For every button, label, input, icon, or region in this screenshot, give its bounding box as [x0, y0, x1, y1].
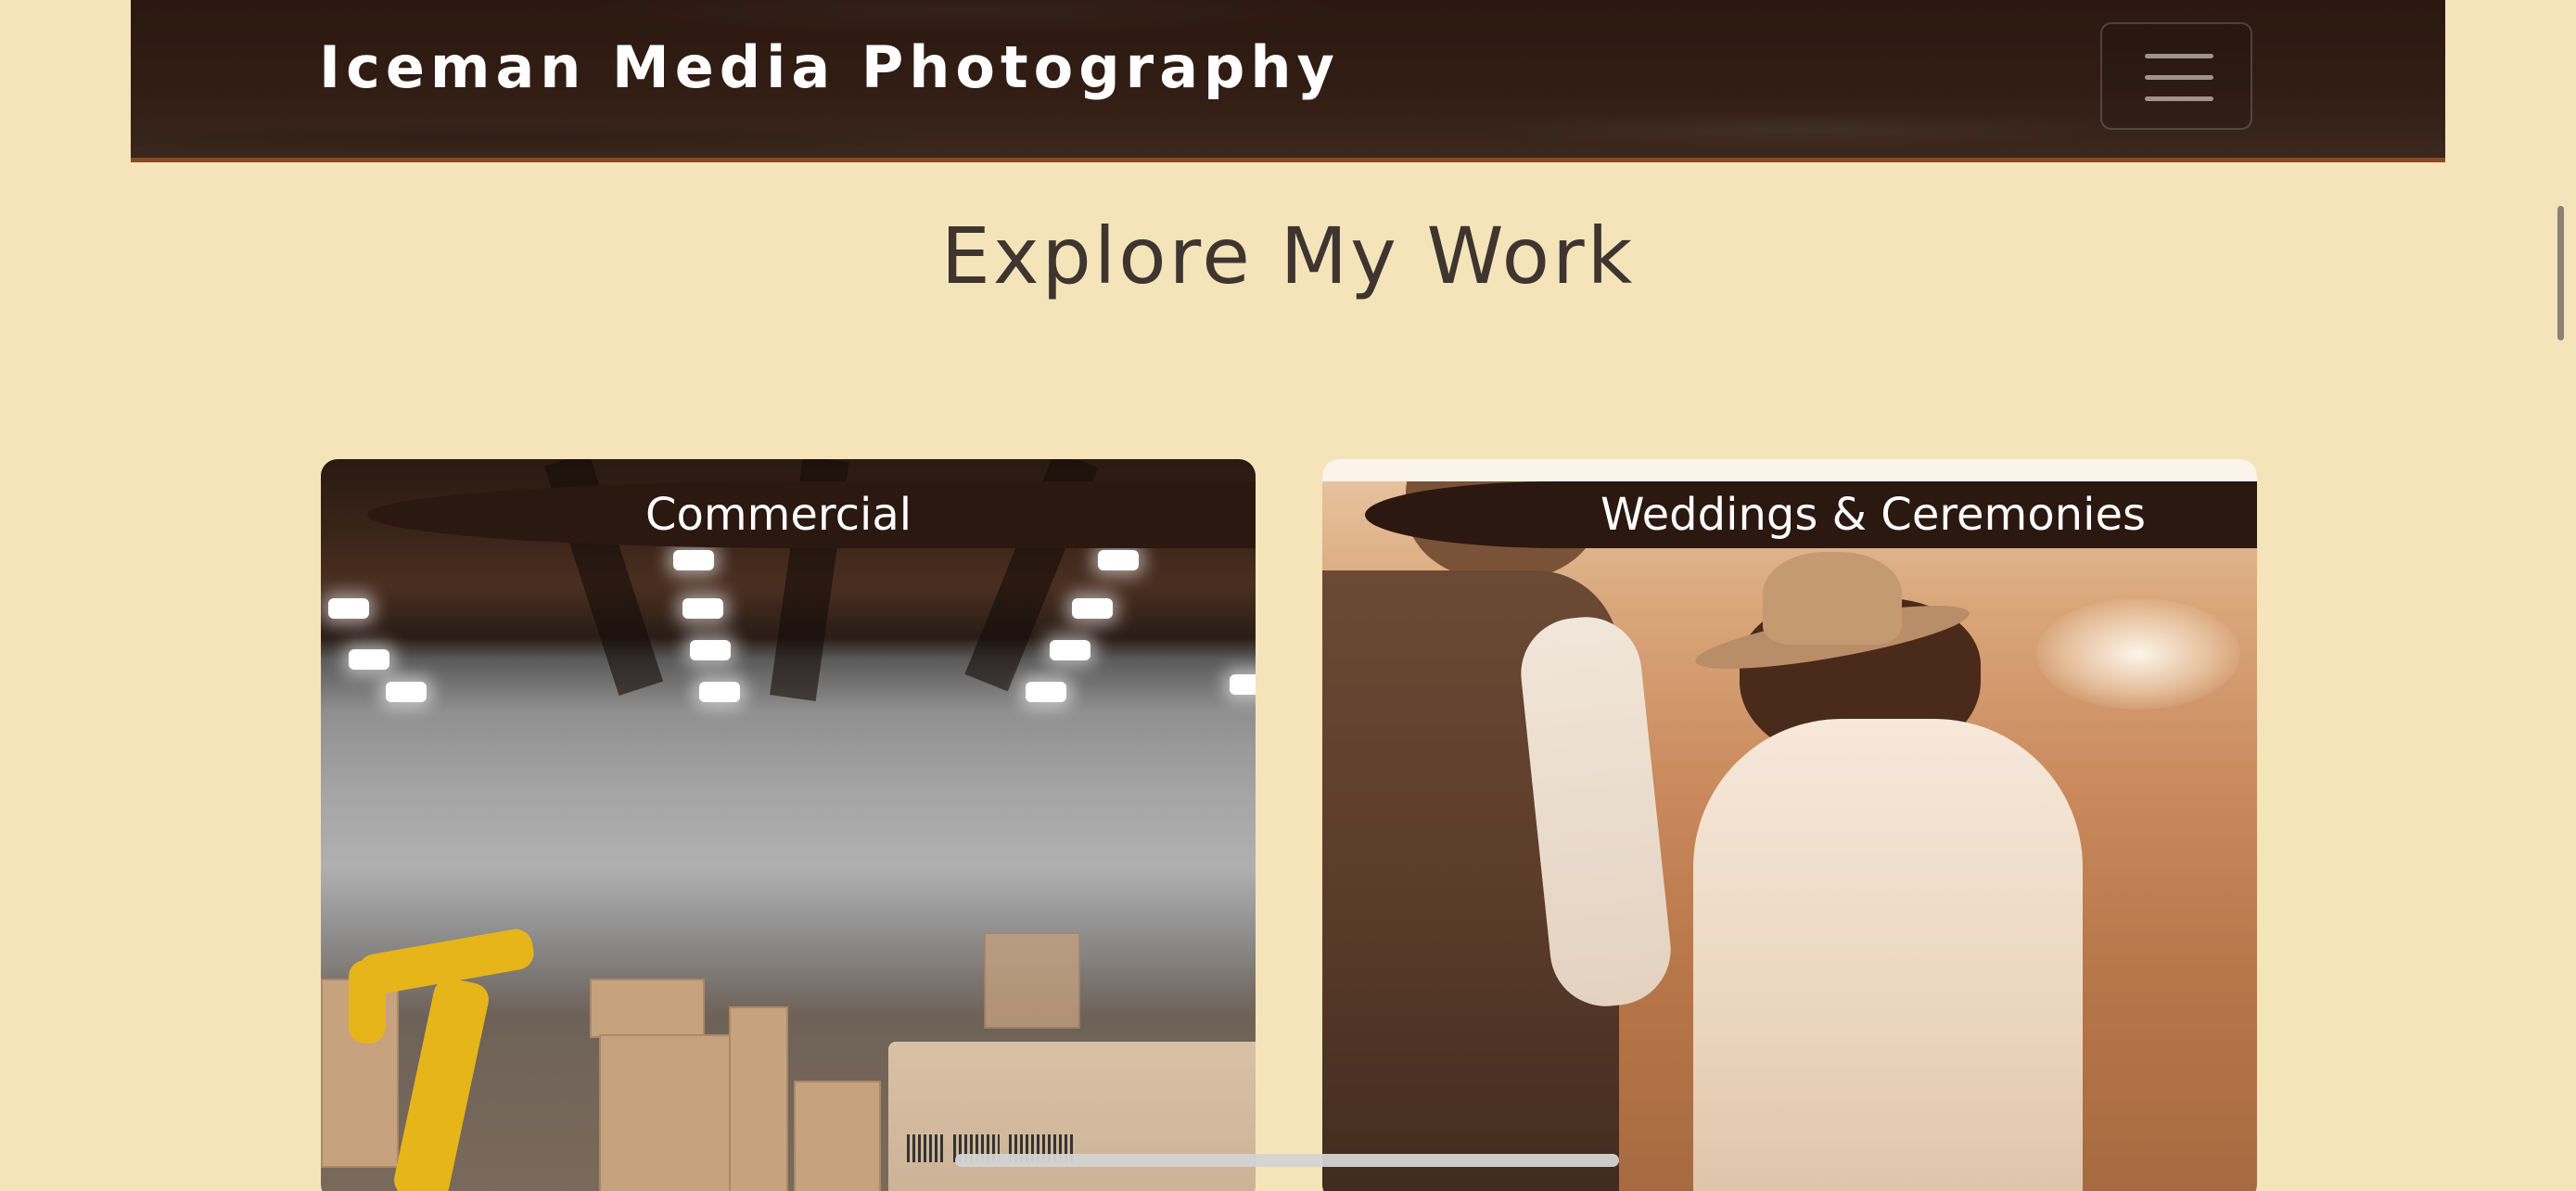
hat-crown — [1763, 552, 1902, 645]
woman-dress — [1693, 719, 2083, 1191]
portfolio-card-weddings[interactable]: Weddings & Ceremonies — [1322, 459, 2257, 1191]
section-title: Explore My Work — [940, 211, 1636, 301]
hamburger-menu-icon — [2145, 54, 2213, 58]
cardboard-box — [590, 979, 705, 1038]
ceiling-light — [386, 682, 427, 702]
card-label-text: Weddings & Ceremonies — [1600, 489, 2146, 541]
brand-link[interactable]: Iceman Media Photography — [319, 39, 1340, 96]
ceiling-light — [328, 598, 369, 619]
ceiling-light — [673, 550, 714, 570]
home-indicator[interactable] — [955, 1154, 1619, 1167]
ceiling-light — [1026, 682, 1066, 702]
ceiling-light — [682, 598, 723, 619]
cardboard-box — [729, 1006, 788, 1191]
menu-toggle-button[interactable] — [2100, 22, 2252, 130]
card-label-text: Commercial — [645, 489, 912, 541]
ceiling-light — [699, 682, 740, 702]
qr-code — [907, 1134, 944, 1162]
page: Iceman Media Photography Explore My Work — [0, 0, 2576, 1191]
large-cardboard-box — [888, 1042, 1256, 1191]
vertical-scrollbar[interactable] — [2557, 206, 2564, 340]
card-top-strip — [1322, 459, 2257, 481]
sun-glow — [2036, 598, 2240, 710]
ceiling-light — [1050, 640, 1090, 660]
robot-arm — [390, 975, 492, 1191]
card-label-weddings: Weddings & Ceremonies — [1365, 481, 2257, 548]
ceiling-light — [690, 640, 731, 660]
ceiling-light — [349, 649, 389, 670]
card-label-commercial: Commercial — [367, 481, 1256, 548]
couple-walking-field-photo — [1322, 459, 2257, 1191]
cardboard-box — [984, 932, 1080, 1029]
ceiling-light — [1230, 674, 1256, 695]
cardboard-box — [599, 1034, 733, 1191]
hamburger-menu-icon-bar — [2145, 96, 2213, 101]
ceiling-light — [1098, 550, 1139, 570]
cardboard-box — [794, 1081, 881, 1191]
hamburger-menu-icon-bar — [2145, 75, 2213, 80]
portfolio-card-commercial[interactable]: Commercial — [321, 459, 1256, 1191]
robot-arm-segment — [349, 960, 386, 1044]
ceiling-light — [1072, 598, 1113, 619]
navbar: Iceman Media Photography — [131, 0, 2445, 162]
warehouse-robot-arm-photo — [321, 459, 1256, 1191]
